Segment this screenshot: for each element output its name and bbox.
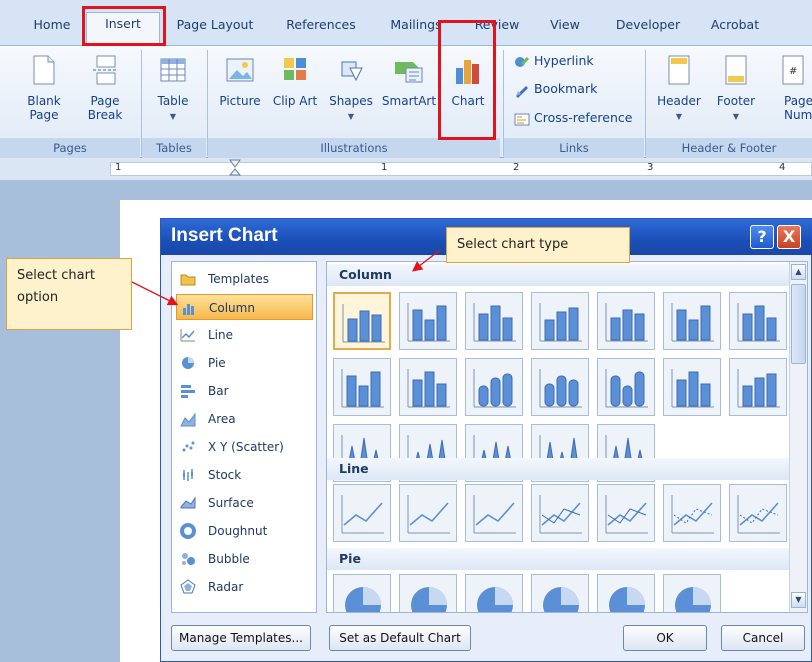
callout-arrows: [131, 249, 441, 306]
callout-arrow: [411, 249, 441, 272]
callout-arrow: [131, 281, 179, 306]
